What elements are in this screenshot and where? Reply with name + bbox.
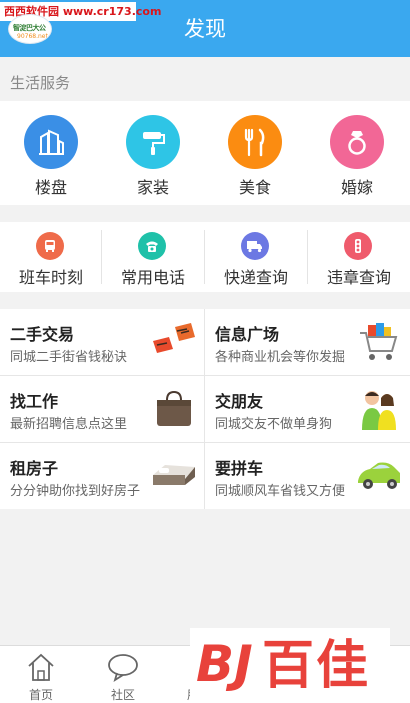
service-label: 楼盘 xyxy=(34,178,67,197)
bed-icon xyxy=(151,453,197,499)
quick-tools-row: 班车时刻 常用电话 快递查询 违章查询 xyxy=(0,222,410,292)
category-rent-house[interactable]: 租房子 分分钟助你找到好房子 xyxy=(0,443,205,509)
service-real-estate[interactable]: 楼盘 xyxy=(0,101,102,205)
category-title: 信息广场 xyxy=(215,325,280,344)
shopping-cart-icon xyxy=(356,319,402,365)
service-label: 婚嫁 xyxy=(340,178,373,197)
life-services-row: 楼盘 家装 美食 婚嫁 xyxy=(0,101,410,205)
logo-text: 智淀巴大公 xyxy=(13,24,46,32)
building-icon xyxy=(24,115,78,169)
category-title: 交朋友 xyxy=(215,392,264,411)
brand-text: 百佳 xyxy=(262,636,371,696)
service-wedding[interactable]: 婚嫁 xyxy=(306,101,408,205)
tab-home[interactable]: 首页 xyxy=(0,646,82,703)
tool-label: 违章查询 xyxy=(326,268,391,287)
category-make-friends[interactable]: 交朋友 同城交友不做单身狗 xyxy=(205,376,410,442)
category-subtitle: 分分钟助你找到好房子 xyxy=(10,484,141,499)
category-subtitle: 最新招聘信息点这里 xyxy=(10,417,128,432)
category-carpool[interactable]: 要拼车 同城顺风车省钱又方便 xyxy=(205,443,410,509)
couple-icon xyxy=(356,386,402,432)
home-icon xyxy=(25,652,57,682)
tool-label: 班车时刻 xyxy=(18,268,83,287)
tab-label: 首页 xyxy=(28,688,53,702)
tab-label: 社区 xyxy=(110,688,135,702)
section-title-life-services: 生活服务 xyxy=(10,74,71,92)
tool-phone-directory[interactable]: 常用电话 xyxy=(102,222,204,292)
tool-traffic-violation[interactable]: 违章查询 xyxy=(308,222,410,292)
car-icon xyxy=(356,453,402,499)
fork-knife-icon xyxy=(228,115,282,169)
paint-roller-icon xyxy=(126,115,180,169)
service-label: 美食 xyxy=(238,178,271,197)
category-grid: 二手交易 同城二手街省钱秘诀 信息广场 各种商业机会等你发掘 找工作 最新招聘信… xyxy=(0,309,410,509)
tab-community[interactable]: 社区 xyxy=(82,646,164,703)
category-title: 找工作 xyxy=(10,392,59,411)
briefcase-icon xyxy=(151,386,197,432)
category-subtitle: 各种商业机会等你发掘 xyxy=(215,350,346,365)
category-title: 二手交易 xyxy=(10,325,75,344)
category-subtitle: 同城二手街省钱秘诀 xyxy=(10,350,128,365)
bus-icon xyxy=(36,232,64,260)
traffic-light-icon xyxy=(344,232,372,260)
category-subtitle: 同城交友不做单身狗 xyxy=(215,417,333,432)
chat-bubble-icon xyxy=(107,652,139,683)
tool-label: 常用电话 xyxy=(120,268,185,287)
service-label: 家装 xyxy=(136,178,169,197)
brand-mark: BJ xyxy=(196,635,253,693)
phone-icon xyxy=(138,232,166,260)
tool-bus-schedule[interactable]: 班车时刻 xyxy=(0,222,102,292)
category-second-hand[interactable]: 二手交易 同城二手街省钱秘诀 xyxy=(0,309,205,375)
category-title: 要拼车 xyxy=(215,459,264,478)
service-home-decor[interactable]: 家装 xyxy=(102,101,204,205)
ring-icon xyxy=(330,115,384,169)
category-subtitle: 同城顺风车省钱又方便 xyxy=(215,484,346,499)
service-food[interactable]: 美食 xyxy=(204,101,306,205)
category-find-job[interactable]: 找工作 最新招聘信息点这里 xyxy=(0,376,205,442)
logo-subtext: 90768.net xyxy=(17,33,48,40)
price-tag-icon xyxy=(151,319,197,365)
tool-label: 快递查询 xyxy=(223,268,288,287)
brand-watermark: BJ 百佳 xyxy=(190,628,390,703)
category-info-plaza[interactable]: 信息广场 各种商业机会等你发掘 xyxy=(205,309,410,375)
app-logo[interactable]: 智淀巴大公 90768.net xyxy=(8,14,52,44)
category-title: 租房子 xyxy=(10,459,59,478)
tool-express-tracking[interactable]: 快递查询 xyxy=(205,222,307,292)
truck-icon xyxy=(241,232,269,260)
